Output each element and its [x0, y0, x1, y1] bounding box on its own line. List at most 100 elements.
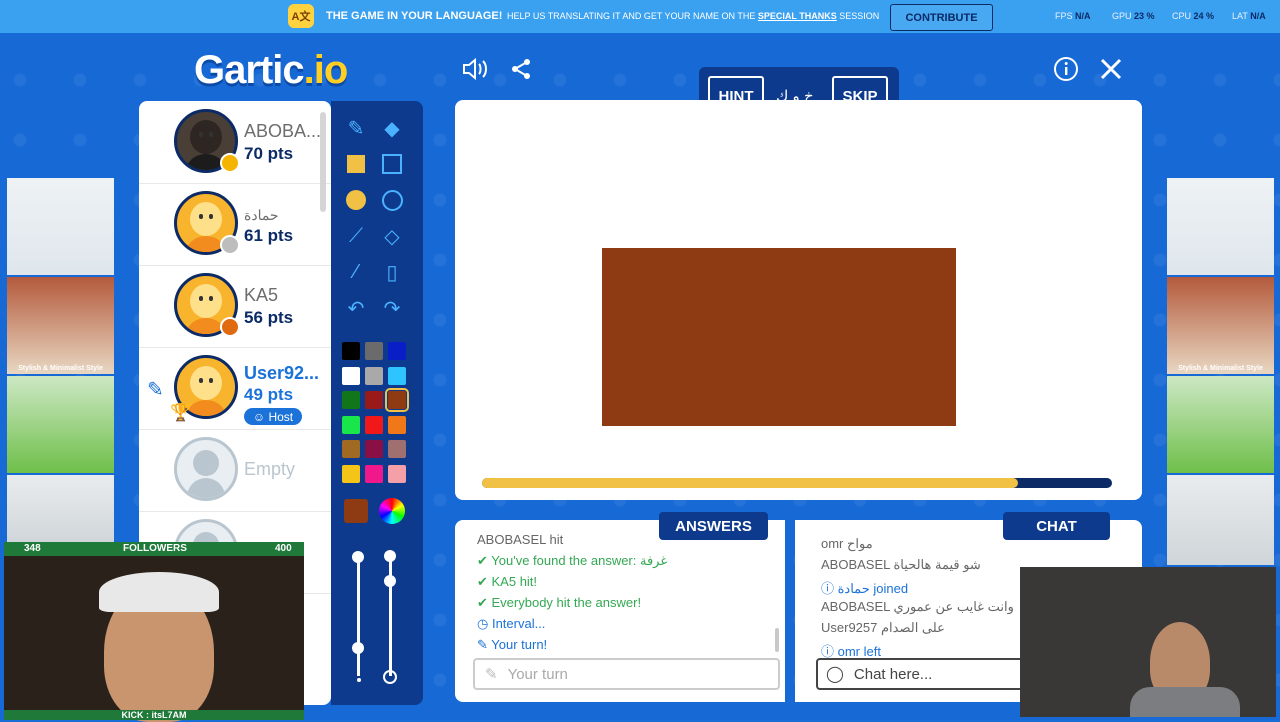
player-row[interactable]: ABOBA... 70 pts — [139, 101, 331, 184]
circle-icon[interactable] — [375, 183, 409, 217]
gartic-logo[interactable]: Gartic.io — [194, 48, 348, 93]
player-row[interactable]: ✎ 🏆 User92... 49 pts ☺ Host — [139, 347, 331, 430]
timer-bar-fill — [482, 478, 1018, 488]
fps-stat: FPS N/A — [1055, 11, 1091, 21]
color-swatch[interactable] — [388, 440, 406, 458]
player-points: 49 pts — [244, 385, 294, 404]
gpu-stat: GPU 23 % — [1112, 11, 1155, 21]
redo-icon[interactable]: ↷ — [375, 291, 409, 325]
banner-headline: THE GAME IN YOUR LANGUAGE! — [326, 10, 503, 22]
player-row-empty[interactable]: Empty — [139, 429, 331, 512]
ad-right-4[interactable] — [1167, 475, 1274, 565]
color-swatch[interactable] — [365, 391, 383, 409]
color-swatch[interactable] — [342, 464, 360, 483]
answers-panel: ABOBASEL hit ✔ You've found the answer: غ… — [455, 520, 785, 702]
ad-right-1[interactable] — [1167, 178, 1274, 275]
current-color-swatch[interactable] — [344, 499, 368, 523]
players-scrollbar[interactable] — [320, 112, 326, 212]
share-icon[interactable] — [506, 54, 536, 84]
color-swatch[interactable] — [388, 342, 406, 360]
chat-input[interactable]: ◯ Chat here... — [816, 658, 1026, 690]
sound-icon[interactable] — [460, 54, 490, 84]
banner-text-post: SESSION — [839, 11, 880, 21]
color-swatch[interactable] — [342, 415, 360, 434]
close-icon[interactable] — [1096, 54, 1126, 84]
opacity-preview-icon — [383, 670, 397, 684]
ad-right-3[interactable] — [1167, 376, 1274, 473]
opacity-knob-top[interactable] — [384, 550, 396, 562]
contribute-button[interactable]: CONTRIBUTE — [890, 4, 993, 31]
brush-preview-icon — [357, 678, 361, 682]
ad-left-1[interactable] — [7, 178, 114, 275]
chat-message: ABOBASEL شو قيمة هالحياة — [821, 557, 981, 572]
cpu-stat: CPU 24 % — [1172, 11, 1215, 21]
color-swatch[interactable] — [388, 366, 406, 385]
followers-bar: 348 FOLLOWERS 400 — [4, 542, 304, 556]
rectangle-icon[interactable] — [375, 147, 409, 181]
color-swatch[interactable] — [342, 342, 360, 360]
chat-bubble-icon: ◯ — [826, 666, 844, 683]
drawing-pencil-icon: ✎ — [147, 379, 164, 401]
player-name: ABOBA... — [244, 121, 322, 141]
streamer-webcam: 348 FOLLOWERS 400 KICK : itsL7AM — [4, 542, 304, 722]
player-name: حمادة — [244, 207, 279, 223]
banner-text-pre: HELP US TRANSLATING IT AND GET YOUR NAME… — [507, 11, 756, 21]
brush-size-slider[interactable] — [357, 561, 360, 676]
ad-left-2[interactable]: Stylish & Minimalist Style — [7, 277, 114, 374]
chat-message: ABOBASEL وانت غايب عن عموري — [821, 599, 1014, 614]
filled-circle-icon[interactable] — [339, 183, 373, 217]
answer-message: ✎ Your turn! — [477, 637, 548, 652]
new-page-icon[interactable]: ▯ — [375, 255, 409, 289]
color-swatch[interactable] — [385, 388, 409, 412]
translation-banner: A文 THE GAME IN YOUR LANGUAGE! HELP US TR… — [0, 0, 1280, 33]
timer-bar — [482, 478, 1112, 488]
fill-bucket-icon[interactable]: ◇ — [375, 219, 409, 253]
player-points: 70 pts — [244, 144, 294, 163]
color-swatch[interactable] — [342, 366, 360, 385]
color-swatch[interactable] — [365, 440, 383, 458]
color-swatch[interactable] — [365, 366, 383, 385]
color-swatch[interactable] — [365, 464, 383, 483]
color-swatch[interactable] — [342, 391, 360, 409]
color-swatch[interactable] — [388, 415, 406, 434]
player-name: KA5 — [244, 285, 279, 305]
filled-rectangle-icon[interactable] — [339, 147, 373, 181]
color-wheel-icon[interactable] — [379, 498, 405, 524]
player-row[interactable]: KA5 56 pts — [139, 265, 331, 348]
chat-message: ⓘ حمادة joined — [821, 581, 909, 596]
answer-message: ABOBASEL hit — [477, 532, 564, 547]
followers-current: 348 — [24, 543, 41, 554]
drawing-toolbar: ✎ ◆ ⟋ ◇ ⁄ ▯ ↶ ↷ — [331, 101, 423, 705]
color-swatch[interactable] — [365, 415, 383, 434]
info-icon[interactable] — [1051, 54, 1081, 84]
answers-scrollbar[interactable] — [775, 628, 779, 652]
color-swatch[interactable] — [342, 440, 360, 458]
player-row[interactable]: حمادة 61 pts — [139, 183, 331, 266]
opacity-knob[interactable] — [384, 575, 396, 587]
ad-right-2[interactable]: Stylish & Minimalist Style — [1167, 277, 1274, 374]
banner-text: HELP US TRANSLATING IT AND GET YOUR NAME… — [507, 11, 879, 21]
color-swatch[interactable] — [388, 464, 406, 483]
drawing-canvas[interactable] — [455, 100, 1142, 500]
chat-tab[interactable]: CHAT — [1003, 512, 1110, 540]
answer-input-placeholder: Your turn — [507, 665, 568, 683]
trophy-icon: 🏆 — [170, 403, 192, 422]
special-thanks-link[interactable]: SPECIAL THANKS — [758, 11, 837, 21]
pencil-icon[interactable]: ✎ — [339, 111, 373, 145]
eyedropper-icon[interactable]: ⁄ — [339, 255, 373, 289]
avatar — [174, 437, 238, 501]
chat-input-placeholder: Chat here... — [853, 665, 933, 683]
ad-left-3[interactable] — [7, 376, 114, 473]
eraser-icon[interactable]: ◆ — [375, 111, 409, 145]
color-swatch[interactable] — [365, 342, 383, 360]
line-icon[interactable]: ⟋ — [339, 219, 373, 253]
player-points: 61 pts — [244, 226, 294, 245]
brush-size-knob-bottom[interactable] — [352, 642, 364, 654]
drawn-rectangle — [602, 248, 956, 426]
undo-icon[interactable]: ↶ — [339, 291, 373, 325]
host-icon: ☺ — [252, 409, 269, 424]
answers-tab[interactable]: ANSWERS — [659, 512, 768, 540]
brush-size-knob[interactable] — [352, 551, 364, 563]
answer-input[interactable]: ✎ Your turn — [473, 658, 780, 690]
ad-left-4[interactable] — [7, 475, 114, 545]
